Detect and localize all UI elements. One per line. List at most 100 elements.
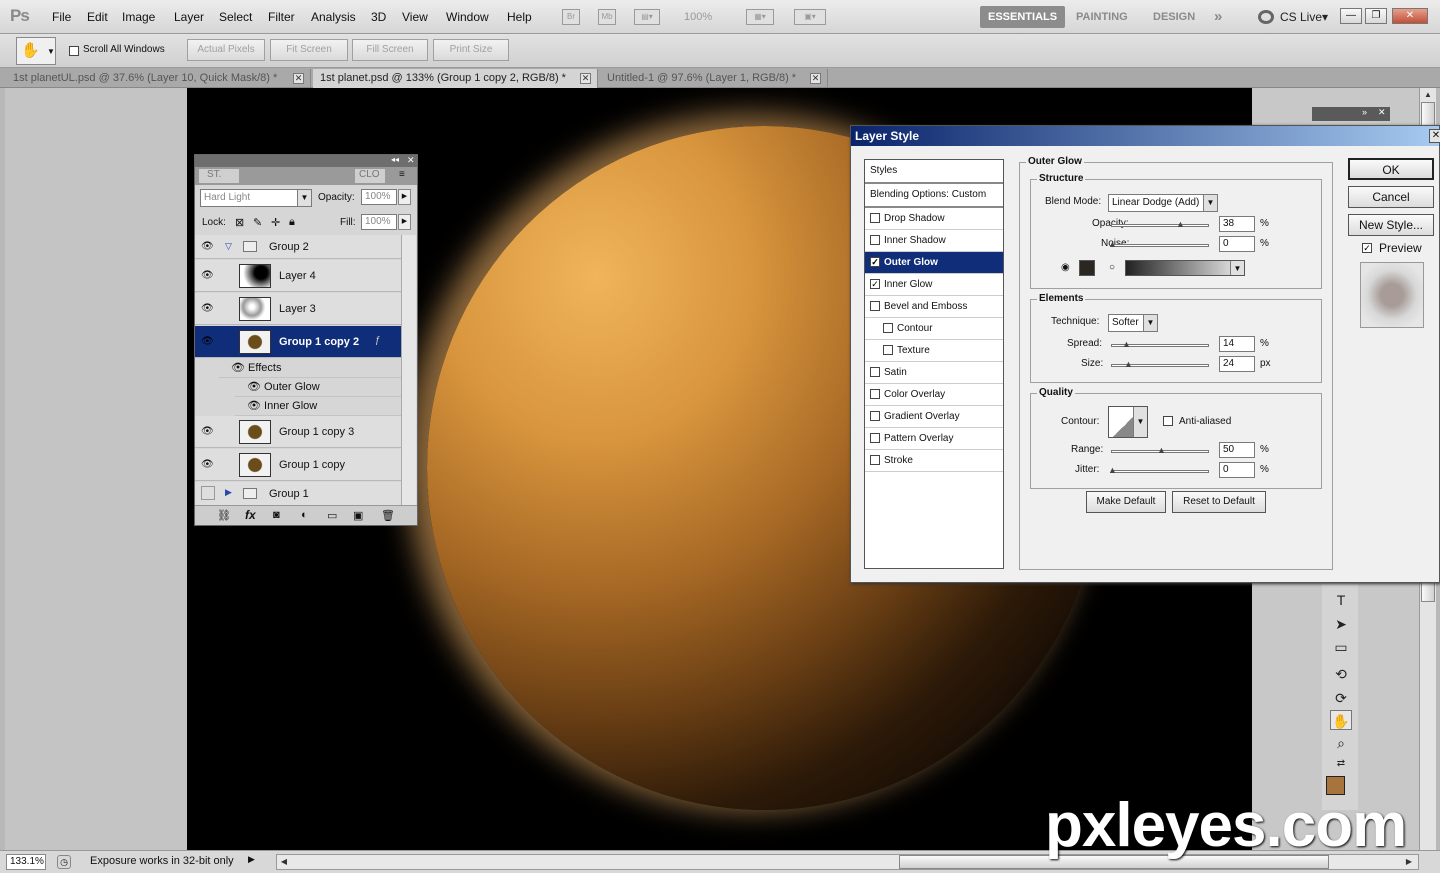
make-default-button[interactable]: Make Default [1086, 491, 1166, 513]
3d-orbit-tool-icon[interactable]: ⟳ [1330, 688, 1352, 708]
menu-image[interactable]: Image [122, 10, 155, 24]
style-inner-shadow[interactable]: Inner Shadow [865, 230, 1003, 252]
effect-row-inner-glow[interactable]: 👁︎ Inner Glow [235, 397, 401, 416]
slider-knob-icon[interactable]: ▲ [1157, 446, 1166, 455]
noise-field[interactable]: 0 [1219, 236, 1255, 252]
visibility-toggle[interactable] [201, 486, 215, 500]
path-selection-tool-icon[interactable]: ➤ [1330, 614, 1352, 634]
menu-layer[interactable]: Layer [174, 10, 204, 24]
link-layers-icon[interactable]: ⛓ [217, 509, 231, 522]
zoom-level-menu[interactable]: 100% [684, 11, 712, 23]
fit-screen-button[interactable]: Fit Screen [270, 39, 348, 61]
menu-file[interactable]: File [52, 10, 71, 24]
style-pattern-overlay[interactable]: Pattern Overlay [865, 428, 1003, 450]
zoom-field[interactable]: 133.1% [6, 854, 46, 870]
tab-planetul[interactable]: 1st planetUL.psd @ 37.6% (Layer 10, Quic… [6, 69, 311, 88]
preview-checkbox[interactable]: ✓ [1362, 242, 1376, 254]
panel-menu-icon[interactable]: ≡ [399, 169, 405, 180]
collapse-icon[interactable]: ◂◂ [391, 155, 399, 164]
style-stroke[interactable]: Stroke [865, 450, 1003, 472]
anti-aliased-checkbox[interactable] [1163, 415, 1177, 427]
fx-icon[interactable]: fx [245, 508, 256, 522]
checkbox[interactable] [870, 411, 880, 422]
style-outer-glow[interactable]: ✓ Outer Glow [865, 252, 1003, 274]
gradient-radio[interactable]: ○ [1109, 262, 1115, 273]
solid-color-radio[interactable]: ◉ [1061, 262, 1070, 273]
rectangle-tool-icon[interactable]: ▭ [1330, 637, 1352, 657]
tool-preset-picker[interactable]: ✋ ▼ [16, 37, 56, 65]
expand-triangle-icon[interactable]: ▶ [225, 487, 232, 498]
hand-tool-icon[interactable]: ✋ [1330, 710, 1352, 730]
close-icon[interactable]: ✕ [580, 73, 591, 84]
zoom-tool-icon[interactable]: ⌕ [1330, 733, 1352, 753]
lock-transparent-icon[interactable]: ⊠ [235, 216, 244, 229]
lock-position-icon[interactable]: ✛ [271, 216, 280, 229]
new-style-button[interactable]: New Style... [1348, 214, 1434, 236]
blend-mode-select[interactable]: Hard Light ▼ [200, 189, 312, 207]
new-group-icon[interactable]: ▭ [327, 509, 337, 522]
layer-row-layer-3[interactable]: 👁︎ Layer 3 [195, 293, 401, 325]
size-field[interactable]: 24 [1219, 356, 1255, 372]
add-mask-icon[interactable]: ◙ [273, 509, 280, 521]
layer-row-group-1-copy[interactable]: 👁︎ Group 1 copy [195, 449, 401, 481]
opacity-slider[interactable]: ▲ [1111, 220, 1209, 229]
arrange-documents-icon[interactable]: ▦▾ [746, 9, 774, 25]
checkbox[interactable] [883, 345, 893, 356]
layers-scrollbar[interactable] [401, 235, 416, 505]
style-color-overlay[interactable]: Color Overlay [865, 384, 1003, 406]
menu-3d[interactable]: 3D [371, 10, 386, 24]
blending-options[interactable]: Blending Options: Custom [865, 184, 1003, 208]
glow-color-swatch[interactable] [1079, 260, 1095, 276]
menu-edit[interactable]: Edit [87, 10, 108, 24]
opacity-field[interactable]: 38 [1219, 216, 1255, 232]
eye-icon[interactable]: 👁︎ [201, 271, 215, 281]
workspace-painting[interactable]: PAINTING [1068, 6, 1136, 28]
view-extras-icon[interactable]: ▤▾ [634, 9, 660, 25]
tab-styles[interactable]: ST. [199, 169, 239, 183]
close-icon[interactable]: ✕ [293, 73, 304, 84]
style-bevel-emboss[interactable]: Bevel and Emboss [865, 296, 1003, 318]
checkbox[interactable] [870, 301, 880, 312]
menu-analysis[interactable]: Analysis [311, 10, 356, 24]
glow-blend-mode-select[interactable]: Linear Dodge (Add) ▼ [1108, 194, 1218, 212]
fill-screen-button[interactable]: Fill Screen [352, 39, 428, 61]
eye-icon[interactable]: 👁︎ [201, 460, 215, 470]
checkbox[interactable] [883, 323, 893, 334]
slider-knob-icon[interactable]: ▲ [1124, 360, 1133, 369]
spread-field[interactable]: 14 [1219, 336, 1255, 352]
checkbox[interactable] [870, 235, 880, 246]
scroll-left-icon[interactable]: ◀ [277, 855, 291, 869]
reset-to-default-button[interactable]: Reset to Default [1172, 491, 1266, 513]
menu-view[interactable]: View [402, 10, 428, 24]
actual-pixels-button[interactable]: Actual Pixels [187, 39, 265, 61]
layer-row-layer-4[interactable]: 👁︎ Layer 4 [195, 260, 401, 292]
eye-icon[interactable]: 👁︎ [201, 337, 215, 347]
bridge-icon[interactable]: Br [562, 9, 580, 25]
adjustment-layer-icon[interactable]: ◐ [301, 509, 308, 521]
checkbox[interactable] [870, 389, 880, 400]
range-slider[interactable]: ▲ [1111, 446, 1209, 455]
checkbox[interactable] [870, 455, 880, 466]
expand-triangle-icon[interactable]: ▽ [225, 241, 232, 252]
tab-untitled[interactable]: Untitled-1 @ 97.6% (Layer 1, RGB/8) * ✕ [600, 69, 828, 88]
tab-clone-source[interactable]: CLO [355, 169, 385, 183]
lock-image-icon[interactable]: ✎ [253, 216, 262, 229]
style-inner-glow[interactable]: ✓ Inner Glow [865, 274, 1003, 296]
opacity-slider-arrow-icon[interactable]: ▶ [398, 189, 411, 205]
minimize-button[interactable]: — [1340, 8, 1362, 24]
eye-icon[interactable]: 👁︎ [219, 362, 245, 374]
3d-rotate-tool-icon[interactable]: ⟲ [1330, 664, 1352, 684]
checkbox[interactable]: ✓ [870, 279, 880, 290]
eye-icon[interactable]: 👁︎ [235, 400, 261, 412]
swap-colors-icon[interactable]: ⇄ [1330, 754, 1352, 774]
size-slider[interactable]: ▲ [1111, 360, 1209, 369]
collapse-icon[interactable]: » [1362, 107, 1367, 117]
cs-live-icon[interactable] [1258, 10, 1274, 24]
style-drop-shadow[interactable]: Drop Shadow [865, 208, 1003, 230]
style-gradient-overlay[interactable]: Gradient Overlay [865, 406, 1003, 428]
noise-slider[interactable]: ▲ [1108, 240, 1209, 249]
tab-planet[interactable]: 1st planet.psd @ 133% (Group 1 copy 2, R… [313, 69, 598, 88]
scroll-up-icon[interactable]: ▲ [1421, 88, 1435, 102]
glow-gradient-picker[interactable]: ▼ [1125, 260, 1245, 276]
eye-icon[interactable]: 👁︎ [201, 304, 215, 314]
